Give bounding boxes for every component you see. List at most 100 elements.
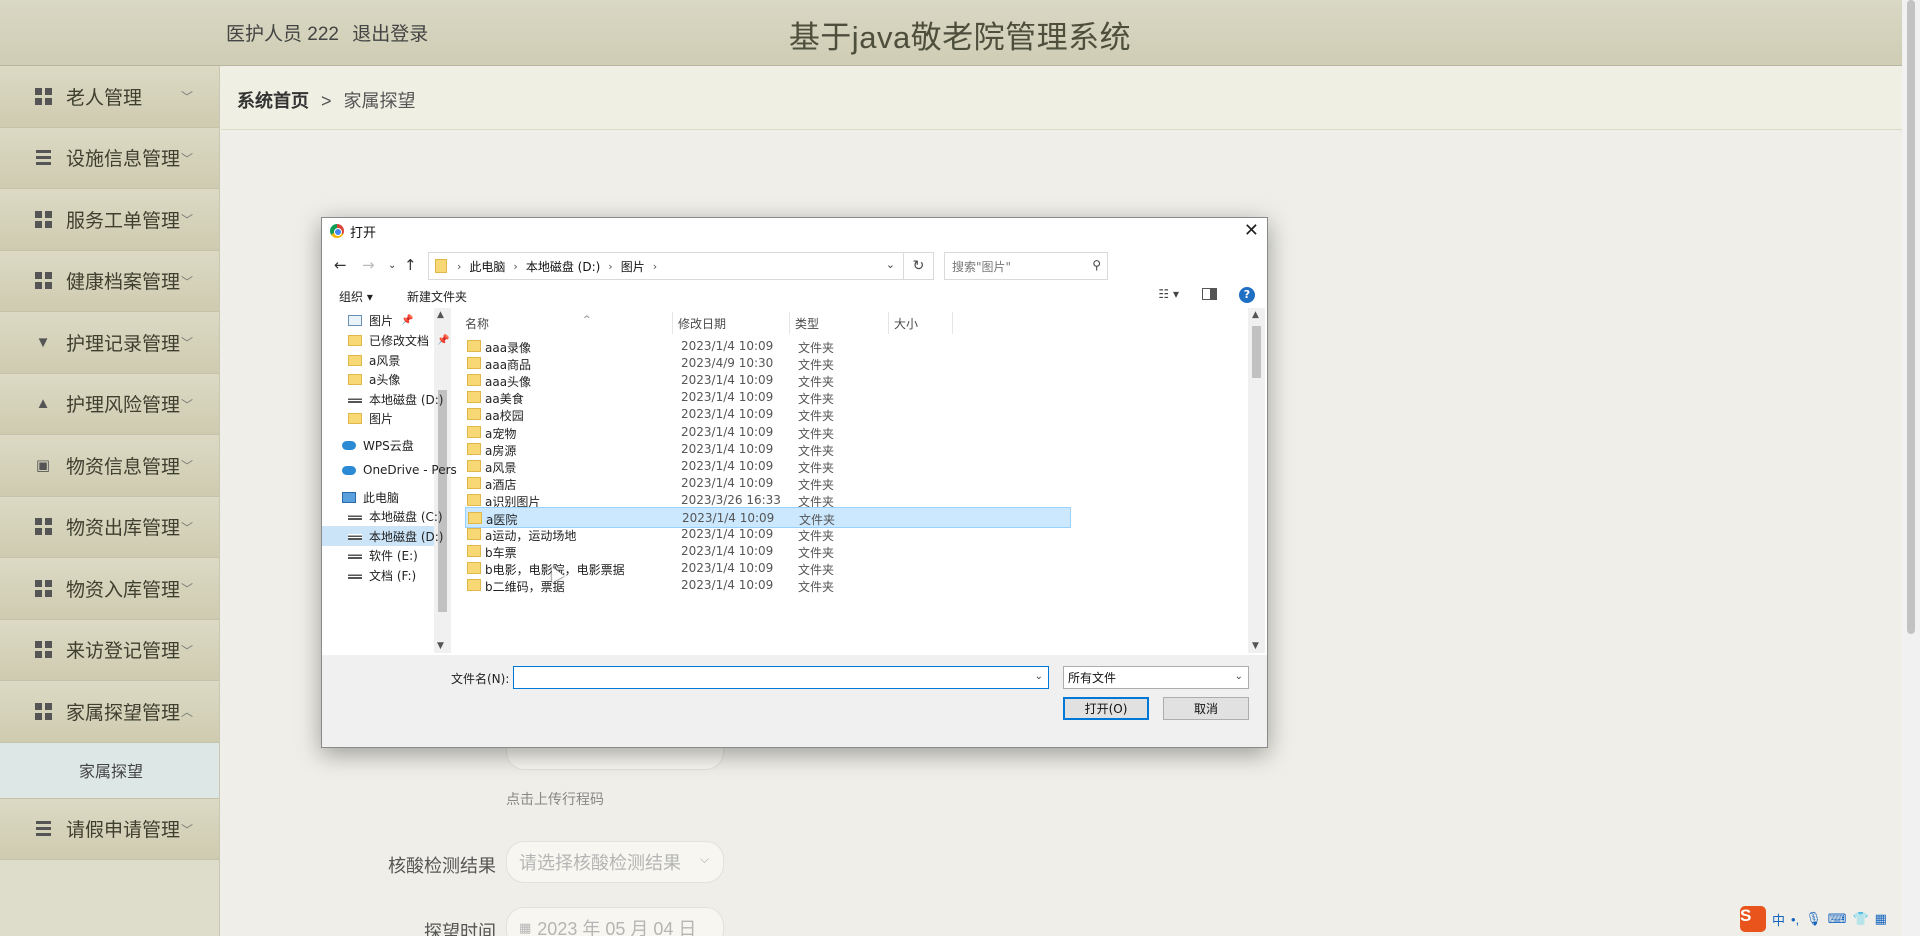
help-icon[interactable]: ? (1239, 287, 1255, 303)
sogou-ime-icon[interactable]: S (1740, 906, 1766, 932)
sidebar-item[interactable]: ▼ 护理记录管理 ﹀ (0, 312, 219, 374)
pin-icon[interactable]: 📌 (437, 335, 449, 346)
up-arrow-icon[interactable]: ↑ (404, 256, 417, 274)
close-icon[interactable]: ✕ (1244, 220, 1259, 241)
sidebar-item[interactable]: 物资入库管理 ﹀ (0, 558, 219, 620)
drive-icon (348, 513, 362, 520)
chevron-down-icon: ⌄ (1234, 671, 1243, 682)
toolbox-icon[interactable]: ▦ (1875, 911, 1887, 927)
navigation-pane: ▲ ▼ 图片 📌 已修改文档 📌 a风景 a头像本地磁盘 (D:) 图片 WPS云盘 OneDr… (322, 308, 458, 653)
nav-pane-item[interactable]: 本地磁盘 (D:) (348, 528, 443, 545)
nav-pane-label: 文档 (F:) (369, 569, 417, 583)
pin-icon[interactable]: 📌 (401, 315, 413, 326)
scroll-down-icon[interactable]: ▼ (1252, 641, 1259, 651)
sidebar-item[interactable]: ▣ 物资信息管理 ﹀ (0, 435, 219, 497)
grid-icon (34, 210, 52, 228)
sidebar-item[interactable]: 来访登记管理 ﹀ (0, 619, 219, 681)
back-arrow-icon[interactable]: ← (334, 256, 347, 274)
file-list-scrollbar-thumb[interactable] (1252, 326, 1261, 378)
view-options-icon[interactable]: ☷ ▾ (1158, 287, 1179, 301)
microphone-icon[interactable]: 🎙 (1805, 911, 1822, 927)
sidebar-item[interactable]: 家属探望管理 ︿ (0, 681, 219, 743)
nav-pane-item[interactable]: a头像 (348, 371, 400, 388)
chevron-down-icon[interactable]: ⌄ (1035, 671, 1043, 682)
nav-pane-item[interactable]: 已修改文档 📌 (348, 332, 449, 349)
page-scrollbar-thumb[interactable] (1907, 0, 1915, 634)
keyboard-icon[interactable]: ⌨ (1828, 911, 1847, 927)
visit-time-input[interactable]: ▦ 2023 年 05 月 04 日 (506, 907, 724, 936)
nav-pane-item[interactable]: 图片 📌 (348, 312, 413, 329)
clipboard-icon: ▣ (35, 457, 51, 475)
visit-time-value: 2023 年 05 月 04 日 (537, 919, 697, 936)
folder-icon (467, 579, 481, 592)
nav-pane-label: OneDrive - Pers (363, 463, 457, 477)
ime-mode[interactable]: 中 (1772, 910, 1785, 929)
breadcrumb-bar: 系统首页 > 家属探望 (221, 67, 1902, 130)
sidebar-item[interactable]: 老人管理 ﹀ (0, 66, 219, 128)
cancel-button[interactable]: 取消 (1163, 697, 1249, 720)
organize-menu[interactable]: 组织 ▾ (339, 288, 373, 305)
open-button[interactable]: 打开(O) (1063, 697, 1149, 720)
sidebar-item[interactable]: 服务工单管理 ﹀ (0, 189, 219, 251)
nav-pane-scrollbar[interactable]: ▲ ▼ (434, 308, 451, 653)
chevron-down-icon[interactable]: ⌄ (886, 258, 895, 271)
column-name[interactable]: 名称 (465, 315, 489, 332)
breadcrumb-home[interactable]: 系统首页 (237, 91, 309, 111)
address-bar[interactable]: › 此电脑 › 本地磁盘 (D:) › 图片 › ⌄ (428, 252, 904, 280)
user-icon: ▲ (35, 395, 51, 413)
scroll-up-icon[interactable]: ▲ (1252, 310, 1259, 320)
page-scrollbar[interactable] (1902, 0, 1920, 936)
column-size[interactable]: 大小 (894, 315, 918, 332)
forward-arrow-icon[interactable]: → (362, 256, 375, 274)
nav-pane-item[interactable]: 本地磁盘 (D:) (348, 391, 443, 408)
chevron-down-icon: ﹀ (180, 274, 193, 289)
nav-pane-item[interactable]: 图片 (348, 410, 393, 427)
file-date: 2023/1/4 10:09 (681, 527, 774, 542)
nav-pane-item[interactable]: 软件 (E:) (348, 547, 418, 564)
sidebar-item-label: 来访登记管理 (66, 641, 181, 663)
preview-pane-icon[interactable] (1202, 288, 1217, 300)
refresh-icon[interactable]: ↻ (904, 252, 934, 280)
nav-pane-scrollbar-thumb[interactable] (438, 390, 447, 612)
folder-icon (467, 391, 481, 404)
folder-icon (348, 355, 362, 366)
sidebar-item[interactable]: ▲ 护理风险管理 ﹀ (0, 373, 219, 435)
list-icon (34, 820, 52, 838)
nav-pane-item[interactable]: 本地磁盘 (C:) (348, 508, 443, 525)
sidebar-item[interactable]: 健康档案管理 ﹀ (0, 250, 219, 312)
chevron-down-icon: ﹀ (180, 520, 193, 535)
folder-icon (467, 442, 481, 455)
scroll-down-icon[interactable]: ▼ (437, 641, 444, 651)
sidebar-item[interactable]: 请假申请管理 ﹀ (0, 798, 219, 860)
column-date[interactable]: 修改日期 (678, 315, 726, 332)
recent-locations-chevron-icon[interactable]: ⌄ (388, 260, 396, 271)
new-folder-button[interactable]: 新建文件夹 (407, 288, 467, 305)
filetype-select[interactable]: 所有文件 ⌄ (1063, 666, 1249, 689)
nav-pane-label: 已修改文档 (369, 334, 430, 348)
sidebar-subitem[interactable]: 家属探望 (0, 742, 219, 799)
nav-pane-item[interactable]: WPS云盘 (342, 437, 414, 454)
sidebar-item[interactable]: 物资出库管理 ﹀ (0, 496, 219, 558)
nav-pane-item[interactable]: a风景 (348, 352, 400, 369)
column-type[interactable]: 类型 (795, 315, 819, 332)
sidebar-item-label: 护理风险管理 (66, 395, 181, 417)
nav-pane-item[interactable]: 文档 (F:) (348, 567, 416, 584)
sidebar-item[interactable]: 设施信息管理 ﹀ (0, 127, 219, 189)
search-input[interactable]: 搜索"图片" ⚲ (944, 252, 1108, 280)
folder-icon (467, 340, 481, 352)
filename-input[interactable]: ⌄ (513, 666, 1049, 689)
address-segment[interactable]: 此电脑 (469, 258, 505, 275)
nucleic-select[interactable]: 请选择核酸检测结果 ⌵ (506, 841, 724, 883)
nav-pane-item[interactable]: OneDrive - Pers (342, 463, 457, 477)
nav-pane-item[interactable]: 此电脑 (342, 489, 399, 506)
nav-pane-label: 图片 (369, 412, 394, 426)
skin-icon[interactable]: 👕 (1852, 911, 1868, 927)
address-segment[interactable]: 本地磁盘 (D:) (526, 258, 600, 275)
scroll-up-icon[interactable]: ▲ (437, 310, 444, 320)
file-list-scrollbar[interactable]: ▲ ▼ (1248, 308, 1265, 653)
sidebar-item-label: 健康档案管理 (66, 272, 181, 294)
chevron-down-icon: ﹀ (180, 151, 193, 166)
ime-punctuation[interactable]: •, (1791, 912, 1799, 927)
chevron-down-icon: ﹀ (180, 336, 193, 350)
address-segment[interactable]: 图片 (621, 258, 645, 275)
